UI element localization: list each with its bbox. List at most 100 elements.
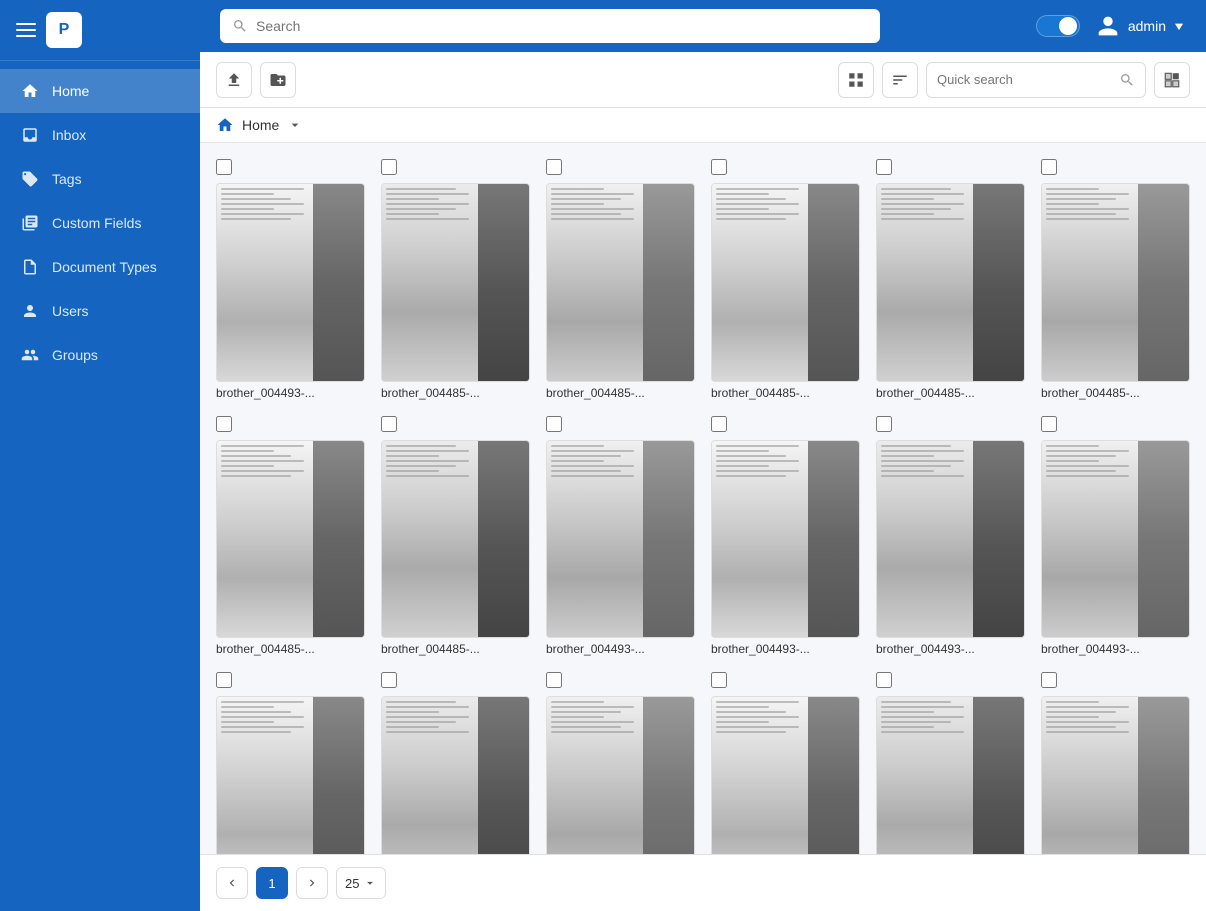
doc-checkbox[interactable] (876, 159, 892, 175)
doc-checkbox[interactable] (711, 672, 727, 688)
doc-name[interactable]: brother_004485-... (876, 386, 1025, 400)
doc-thumbnail[interactable] (711, 696, 860, 854)
sidebar-item-users-label: Users (52, 303, 89, 319)
doc-line (881, 716, 964, 718)
doc-line (551, 218, 634, 220)
doc-line (881, 470, 934, 472)
doc-thumb-inner (712, 697, 859, 854)
sidebar-item-inbox[interactable]: Inbox (0, 113, 200, 157)
grid-view-button[interactable] (838, 62, 874, 98)
search-input[interactable] (256, 18, 868, 34)
doc-name[interactable]: brother_004485-... (381, 386, 530, 400)
doc-name[interactable]: brother_004493-... (546, 642, 695, 656)
doc-checkbox[interactable] (1041, 672, 1057, 688)
sidebar-item-document-types[interactable]: Document Types (0, 245, 200, 289)
quick-search-input[interactable] (937, 72, 1113, 87)
doc-thumbnail[interactable] (876, 696, 1025, 854)
doc-line (386, 203, 469, 205)
doc-line (716, 445, 799, 447)
doc-thumbnail[interactable] (1041, 183, 1190, 382)
doc-thumbnail[interactable] (381, 696, 530, 854)
doc-checkbox[interactable] (711, 159, 727, 175)
sidebar-item-users[interactable]: Users (0, 289, 200, 333)
new-folder-button[interactable] (260, 62, 296, 98)
quick-search-box[interactable] (926, 62, 1146, 98)
doc-checkbox[interactable] (546, 672, 562, 688)
doc-thumbnail[interactable] (546, 183, 695, 382)
sidebar-item-custom-fields-label: Custom Fields (52, 215, 141, 231)
doc-thumbnail[interactable] (216, 440, 365, 639)
doc-thumb-right (643, 697, 694, 854)
breadcrumb-dropdown-icon[interactable] (287, 117, 303, 133)
doc-line (1046, 721, 1129, 723)
sidebar-item-custom-fields[interactable]: Custom Fields (0, 201, 200, 245)
doc-name[interactable]: brother_004485-... (711, 386, 860, 400)
doc-line (881, 208, 951, 210)
doc-name[interactable]: brother_004493-... (216, 386, 365, 400)
next-icon (305, 876, 319, 890)
doc-checkbox[interactable] (876, 672, 892, 688)
doc-checkbox[interactable] (381, 672, 397, 688)
document-item: brother_004485-... (711, 159, 860, 400)
doc-thumbnail[interactable] (876, 440, 1025, 639)
doc-line (551, 208, 634, 210)
doc-checkbox[interactable] (876, 416, 892, 432)
doc-line (1046, 208, 1129, 210)
sort-button[interactable] (882, 62, 918, 98)
doc-checkbox[interactable] (546, 416, 562, 432)
doc-name[interactable]: brother_004493-... (711, 642, 860, 656)
doc-thumbnail[interactable] (876, 183, 1025, 382)
doc-name[interactable]: brother_004493-... (1041, 642, 1190, 656)
menu-icon[interactable] (16, 23, 36, 37)
prev-page-button[interactable] (216, 867, 248, 899)
panel-toggle-button[interactable] (1154, 62, 1190, 98)
sidebar-item-groups[interactable]: Groups (0, 333, 200, 377)
sidebar-item-tags[interactable]: Tags (0, 157, 200, 201)
doc-checkbox[interactable] (711, 416, 727, 432)
doc-line (716, 218, 786, 220)
doc-thumbnail[interactable] (216, 183, 365, 382)
next-page-button[interactable] (296, 867, 328, 899)
doc-name[interactable]: brother_004485-... (1041, 386, 1190, 400)
doc-thumbnail[interactable] (381, 440, 530, 639)
doc-line (881, 701, 951, 703)
doc-thumb-inner (877, 441, 1024, 638)
doc-thumbnail[interactable] (381, 183, 530, 382)
page-1-button[interactable]: 1 (256, 867, 288, 899)
doc-line (1046, 465, 1129, 467)
doc-thumb-right (973, 184, 1024, 381)
doc-thumbnail[interactable] (1041, 440, 1190, 639)
breadcrumb-home-label[interactable]: Home (242, 117, 279, 133)
doc-thumbnail[interactable] (711, 183, 860, 382)
doc-checkbox[interactable] (216, 672, 232, 688)
doc-thumbnail[interactable] (546, 696, 695, 854)
doc-thumbnail[interactable] (711, 440, 860, 639)
doc-thumb-right (313, 184, 364, 381)
doc-name[interactable]: brother_004485-... (546, 386, 695, 400)
theme-toggle[interactable] (1036, 15, 1080, 37)
doc-thumbnail[interactable] (216, 696, 365, 854)
user-area[interactable]: admin (1094, 12, 1186, 40)
doc-line (716, 193, 769, 195)
search-box[interactable] (220, 9, 880, 43)
doc-name[interactable]: brother_004485-... (216, 642, 365, 656)
sidebar-item-home[interactable]: Home (0, 69, 200, 113)
doc-thumbnail[interactable] (546, 440, 695, 639)
doc-checkbox[interactable] (546, 159, 562, 175)
doc-line (386, 721, 456, 723)
doc-thumb-inner (877, 697, 1024, 854)
breadcrumb-home-icon[interactable] (216, 116, 234, 134)
doc-thumbnail[interactable] (1041, 696, 1190, 854)
doc-checkbox[interactable] (216, 159, 232, 175)
doc-checkbox[interactable] (1041, 159, 1057, 175)
page-size-select[interactable]: 25 (336, 867, 386, 899)
doc-name[interactable]: brother_004493-... (876, 642, 1025, 656)
doc-thumb-left (217, 184, 313, 381)
doc-thumb-left (1042, 184, 1138, 381)
doc-name[interactable]: brother_004485-... (381, 642, 530, 656)
doc-checkbox[interactable] (381, 416, 397, 432)
doc-checkbox[interactable] (381, 159, 397, 175)
upload-button[interactable] (216, 62, 252, 98)
doc-checkbox[interactable] (216, 416, 232, 432)
doc-checkbox[interactable] (1041, 416, 1057, 432)
